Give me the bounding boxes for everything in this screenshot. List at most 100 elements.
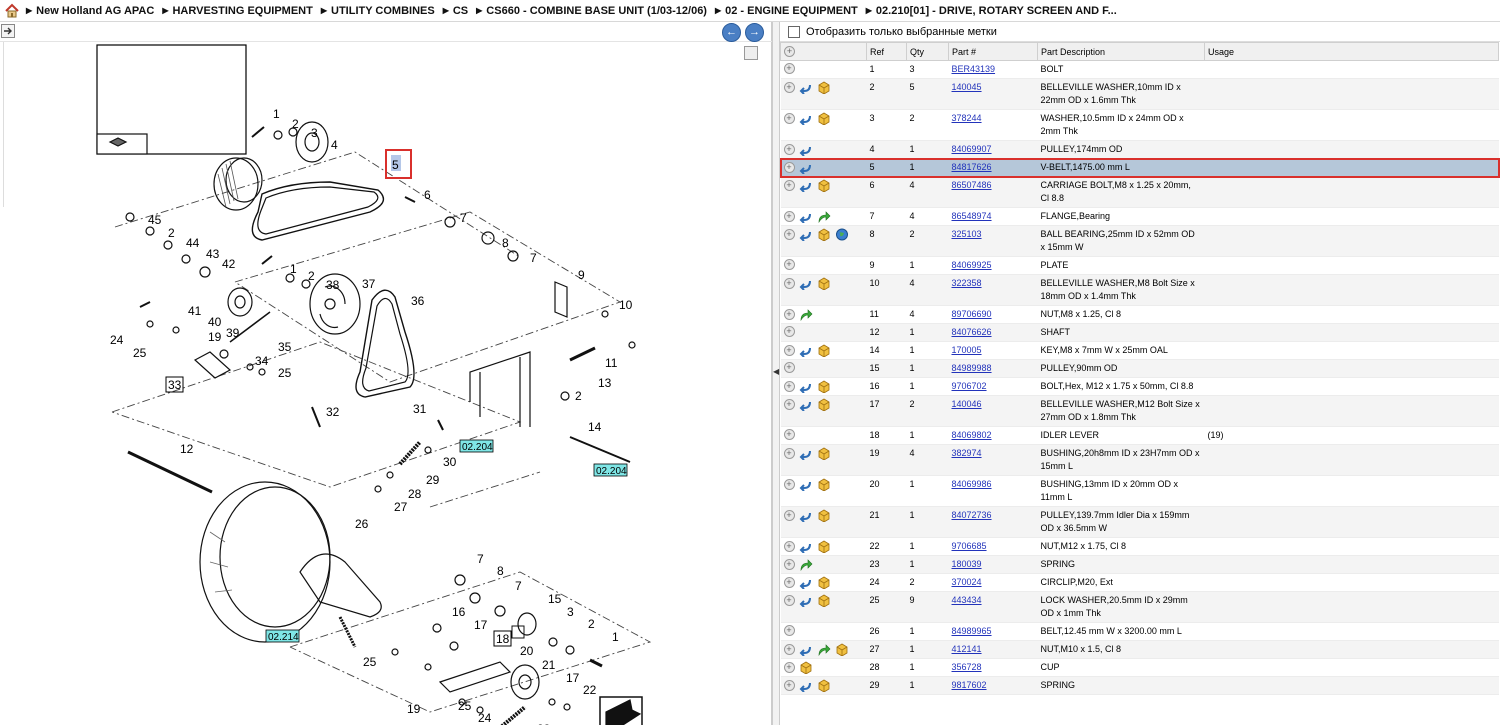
part-number-link[interactable]: 443434 <box>952 595 982 605</box>
callout-label[interactable]: 38 <box>326 278 340 292</box>
next-page-button[interactable]: → <box>745 23 764 42</box>
table-row[interactable]: +4 1 84069907 PULLEY,174mm OD <box>780 140 1499 159</box>
home-icon[interactable] <box>4 3 20 19</box>
table-row[interactable]: +1 3 BER43139 BOLT <box>780 60 1499 79</box>
expand-row-icon[interactable]: + <box>783 113 795 124</box>
return-arrow-icon[interactable] <box>799 112 813 125</box>
part-number-link[interactable]: 9817602 <box>952 680 987 690</box>
callout-label[interactable]: 33 <box>168 378 182 392</box>
expand-row-icon[interactable]: + <box>783 211 795 222</box>
return-arrow-icon[interactable] <box>799 81 813 94</box>
breadcrumb-label[interactable]: CS660 - COMBINE BASE UNIT (1/03-12/06) <box>486 5 707 17</box>
table-row[interactable]: +17 2 140046 BELLEVILLE WASHER,M12 Bolt Siz… <box>780 395 1499 427</box>
callout-label[interactable]: 1 <box>290 262 297 276</box>
table-row[interactable]: +29 1 9817602 SPRING <box>780 676 1499 695</box>
callout-label[interactable]: 24 <box>478 711 492 725</box>
expand-row-icon[interactable]: + <box>783 399 795 410</box>
table-row[interactable]: +24 2 370024 CIRCLIP,M20, Ext <box>780 573 1499 592</box>
return-arrow-icon[interactable] <box>799 509 813 522</box>
expand-row-icon[interactable]: + <box>783 362 795 373</box>
expand-row-icon[interactable]: + <box>783 595 795 606</box>
part-number-link[interactable]: BER43139 <box>952 64 996 74</box>
callout-label[interactable]: 24 <box>110 333 124 347</box>
table-row[interactable]: +10 4 322358 BELLEVILLE WASHER,M8 Bolt Size… <box>780 274 1499 306</box>
callout-label[interactable]: 1 <box>612 630 619 644</box>
package-icon[interactable] <box>817 277 831 290</box>
callout-label[interactable]: 25 <box>458 699 472 713</box>
table-row[interactable]: +16 1 9706702 BOLT,Hex, M12 x 1.75 x 50mm, … <box>780 377 1499 396</box>
callout-label[interactable]: 3 <box>311 126 318 140</box>
table-row[interactable]: +18 1 84069802 IDLER LEVER (19) <box>780 426 1499 445</box>
expand-row-icon[interactable]: + <box>783 229 795 240</box>
table-row[interactable]: +21 1 84072736 PULLEY,139.7mm Idler Dia x 1… <box>780 506 1499 538</box>
callout-label[interactable]: 10 <box>619 298 633 312</box>
part-number-link[interactable]: 140045 <box>952 82 982 92</box>
callout-label[interactable]: 28 <box>408 487 422 501</box>
callout-label[interactable]: 2 <box>292 117 299 131</box>
part-number-link[interactable]: 84817626 <box>952 162 992 172</box>
expand-row-icon[interactable]: + <box>783 162 795 173</box>
breadcrumb-item[interactable]: ▶ CS660 - COMBINE BASE UNIT (1/03-12/06) <box>476 5 707 17</box>
pane-splitter[interactable]: ◀ <box>772 22 780 725</box>
part-number-link[interactable]: 382974 <box>952 448 982 458</box>
expand-row-icon[interactable]: + <box>783 180 795 191</box>
return-arrow-icon[interactable] <box>799 277 813 290</box>
part-number-link[interactable]: 370024 <box>952 577 982 587</box>
expand-row-icon[interactable]: + <box>783 662 795 673</box>
part-number-link[interactable]: 84076626 <box>952 327 992 337</box>
show-selected-only-checkbox[interactable] <box>788 25 800 38</box>
callout-label[interactable]: 6 <box>424 188 431 202</box>
return-arrow-icon[interactable] <box>799 643 813 656</box>
return-arrow-icon[interactable] <box>799 594 813 607</box>
part-number-link[interactable]: 322358 <box>952 278 982 288</box>
return-arrow-icon[interactable] <box>799 344 813 357</box>
table-row[interactable]: +11 4 89706690 NUT,M8 x 1.25, Cl 8 <box>780 305 1499 324</box>
part-number-link[interactable]: 9706685 <box>952 541 987 551</box>
part-number-link[interactable]: 86548974 <box>952 211 992 221</box>
expand-row-icon[interactable]: + <box>783 577 795 588</box>
package-icon[interactable] <box>817 380 831 393</box>
callout-label[interactable]: 2 <box>575 389 582 403</box>
table-row[interactable]: +14 1 170005 KEY,M8 x 7mm W x 25mm OAL <box>780 341 1499 360</box>
callout-label[interactable]: 19 <box>407 702 421 716</box>
breadcrumb-item[interactable]: ▶ New Holland AG APAC <box>26 5 154 17</box>
callout-label[interactable]: 17 <box>474 618 488 632</box>
callout-label[interactable]: 4 <box>331 138 338 152</box>
qty-header[interactable]: Qty <box>906 42 949 61</box>
expand-row-icon[interactable]: + <box>783 541 795 552</box>
table-row[interactable]: +12 1 84076626 SHAFT <box>780 323 1499 342</box>
table-row[interactable]: +20 1 84069986 BUSHING,13mm ID x 20mm OD x … <box>780 475 1499 507</box>
part-number-link[interactable]: 84069907 <box>952 144 992 154</box>
package-icon[interactable] <box>817 344 831 357</box>
part-number-link[interactable]: 84069925 <box>952 260 992 270</box>
return-arrow-icon[interactable] <box>799 179 813 192</box>
plus-icon[interactable]: + <box>784 46 795 58</box>
package-icon[interactable] <box>817 509 831 522</box>
table-row[interactable]: +19 4 382974 BUSHING,20h8mm ID x 23H7mm OD … <box>780 444 1499 476</box>
callout-label[interactable]: 7 <box>477 552 484 566</box>
breadcrumb-item[interactable]: ▶ 02.210[01] - DRIVE, ROTARY SCREEN AND F… <box>866 5 1117 17</box>
expand-row-icon[interactable]: + <box>783 309 795 320</box>
part-number-link[interactable]: 86507486 <box>952 180 992 190</box>
expand-all-header[interactable]: + <box>780 42 867 61</box>
part-number-link[interactable]: 356728 <box>952 662 982 672</box>
expand-row-icon[interactable]: + <box>783 345 795 356</box>
callout-label[interactable]: 17 <box>566 671 580 685</box>
green-arrow-icon[interactable] <box>799 558 813 571</box>
callout-label[interactable]: 32 <box>326 405 340 419</box>
callout-label[interactable]: 7 <box>460 211 467 225</box>
breadcrumb-item[interactable]: ▶ 02 - ENGINE EQUIPMENT <box>715 5 858 17</box>
expand-row-icon[interactable]: + <box>783 381 795 392</box>
callout-label[interactable]: 25 <box>363 655 377 669</box>
callout-label[interactable]: 37 <box>362 277 376 291</box>
callout-label[interactable]: 25 <box>278 366 292 380</box>
green-arrow-icon[interactable] <box>817 643 831 656</box>
cross-ref-label[interactable]: 02.214 <box>268 632 299 643</box>
cross-ref-label[interactable]: 02.204 <box>596 466 627 477</box>
callout-label[interactable]: 2 <box>588 617 595 631</box>
callout-label[interactable]: 18 <box>496 632 510 646</box>
package-icon[interactable] <box>817 112 831 125</box>
globe-icon[interactable] <box>835 228 849 241</box>
part-number-link[interactable]: 84069802 <box>952 430 992 440</box>
part-number-link[interactable]: 412141 <box>952 644 982 654</box>
